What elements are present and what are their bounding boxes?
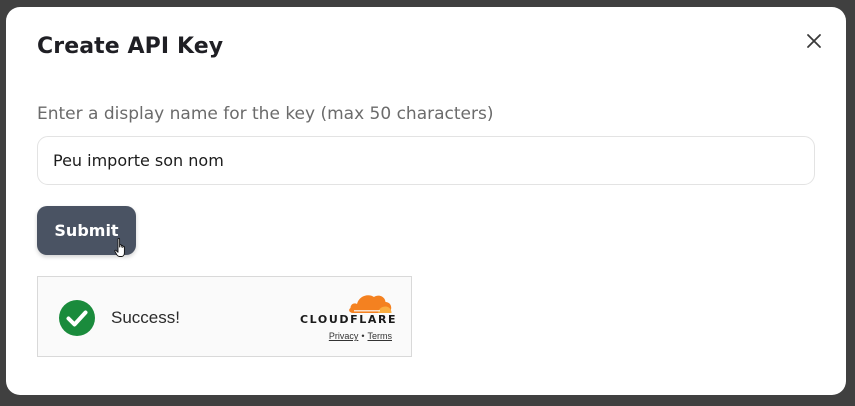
close-icon — [807, 34, 821, 48]
dialog-title: Create API Key — [37, 34, 224, 59]
display-name-input[interactable] — [37, 136, 815, 185]
captcha-footer-links: Privacy • Terms — [268, 331, 392, 341]
privacy-link[interactable]: Privacy — [329, 331, 359, 341]
close-button[interactable] — [802, 29, 826, 53]
cloudflare-turnstile-widget: Success! CLOUDFLARE Privacy • Terms — [37, 276, 412, 357]
cloudflare-cloud-logo-icon — [349, 295, 392, 313]
checkmark-circle-icon — [59, 300, 95, 336]
terms-link[interactable]: Terms — [368, 331, 393, 341]
display-name-label: Enter a display name for the key (max 50… — [37, 104, 494, 124]
cloudflare-wordmark: CLOUDFLARE — [300, 313, 398, 326]
submit-button[interactable]: Submit — [37, 206, 136, 255]
captcha-status-text: Success! — [111, 308, 180, 327]
link-separator: • — [361, 331, 365, 341]
create-api-key-dialog: Create API Key Enter a display name for … — [6, 7, 846, 395]
